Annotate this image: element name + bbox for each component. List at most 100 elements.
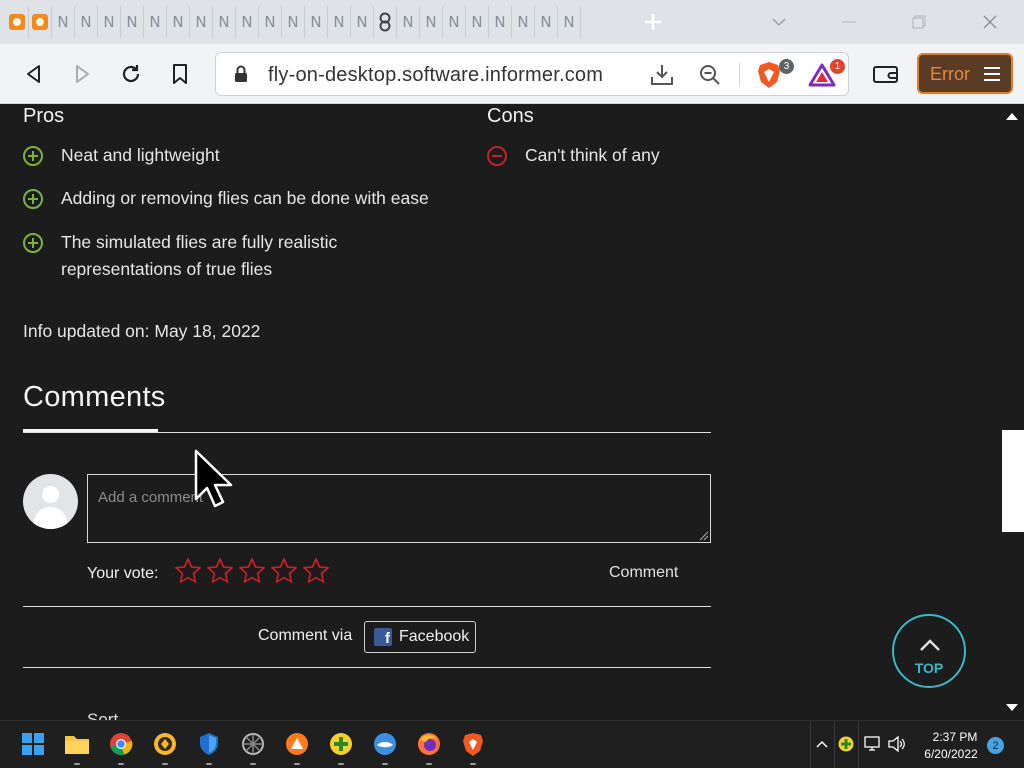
tray-plus-app-button[interactable] bbox=[835, 731, 857, 757]
tab[interactable]: N bbox=[351, 6, 374, 38]
chrome-icon bbox=[110, 733, 133, 755]
comment-input[interactable] bbox=[87, 474, 711, 543]
tab[interactable]: N bbox=[52, 6, 75, 38]
zoom-out-icon[interactable] bbox=[699, 64, 721, 86]
close-window-button[interactable] bbox=[975, 0, 1005, 44]
tab[interactable]: N bbox=[535, 6, 558, 38]
address-bar[interactable]: fly-on-desktop.software.informer.com 3 1 bbox=[215, 52, 849, 96]
tab[interactable] bbox=[29, 6, 52, 38]
tab[interactable] bbox=[374, 6, 397, 38]
tab[interactable]: N bbox=[167, 6, 190, 38]
n-favicon-icon: N bbox=[471, 13, 483, 31]
download-icon[interactable] bbox=[650, 64, 674, 86]
network-button[interactable] bbox=[862, 731, 884, 757]
clock-time[interactable]: 2:37 PM bbox=[930, 730, 980, 744]
n-favicon-icon: N bbox=[448, 13, 460, 31]
comment-submit-button[interactable]: Comment bbox=[609, 564, 678, 582]
bookmark-button[interactable] bbox=[164, 58, 196, 90]
informer-favicon-icon bbox=[32, 14, 48, 30]
n-favicon-icon: N bbox=[126, 13, 138, 31]
tab[interactable]: N bbox=[282, 6, 305, 38]
side-feedback-tab[interactable] bbox=[1002, 430, 1024, 532]
plus-icon bbox=[645, 14, 661, 30]
tab[interactable]: N bbox=[558, 6, 581, 38]
resize-grip-icon[interactable] bbox=[697, 529, 709, 541]
avast-secure-browser-button[interactable] bbox=[152, 731, 178, 757]
forward-arrow-icon bbox=[76, 65, 89, 83]
running-indicator bbox=[74, 763, 80, 765]
pro-plus-icon bbox=[23, 233, 43, 253]
tab[interactable]: N bbox=[466, 6, 489, 38]
brave-shields-icon[interactable] bbox=[757, 61, 781, 89]
start-button[interactable] bbox=[20, 731, 46, 757]
brave-button[interactable] bbox=[460, 731, 486, 757]
scroll-down-arrow-icon[interactable] bbox=[1004, 702, 1020, 714]
running-indicator bbox=[250, 763, 256, 765]
tab-search-button[interactable] bbox=[766, 0, 792, 44]
tab[interactable]: N bbox=[213, 6, 236, 38]
scroll-up-arrow-icon[interactable] bbox=[1004, 110, 1020, 122]
tab[interactable]: N bbox=[420, 6, 443, 38]
notification-count-badge[interactable]: 2 bbox=[987, 737, 1004, 754]
tag-app-icon bbox=[374, 733, 396, 755]
comments-divider bbox=[23, 432, 711, 433]
tab[interactable]: N bbox=[328, 6, 351, 38]
tab[interactable]: N bbox=[443, 6, 466, 38]
tab[interactable] bbox=[6, 6, 29, 38]
plus-app-button[interactable] bbox=[328, 731, 354, 757]
tab[interactable]: N bbox=[98, 6, 121, 38]
volume-button[interactable] bbox=[886, 731, 908, 757]
rating-star-1-icon[interactable] bbox=[174, 557, 202, 585]
tab[interactable]: N bbox=[259, 6, 282, 38]
tab[interactable]: N bbox=[144, 6, 167, 38]
tab[interactable]: N bbox=[236, 6, 259, 38]
green-plus-icon bbox=[330, 733, 352, 755]
game-app-icon bbox=[242, 733, 264, 755]
avast-browser-button[interactable] bbox=[284, 731, 310, 757]
running-indicator bbox=[426, 763, 432, 765]
tab[interactable]: N bbox=[190, 6, 213, 38]
speaker-icon bbox=[888, 736, 905, 752]
game-app-button[interactable] bbox=[240, 731, 266, 757]
show-hidden-icons-button[interactable] bbox=[812, 731, 832, 757]
restore-button[interactable] bbox=[904, 0, 934, 44]
windows-security-button[interactable] bbox=[196, 731, 222, 757]
tab[interactable]: N bbox=[121, 6, 144, 38]
tab[interactable]: N bbox=[489, 6, 512, 38]
running-indicator bbox=[162, 763, 168, 765]
tab[interactable]: N bbox=[305, 6, 328, 38]
tag-app-button[interactable] bbox=[372, 731, 398, 757]
rating-star-5-icon[interactable] bbox=[302, 557, 330, 585]
n-favicon-icon: N bbox=[264, 13, 276, 31]
pro-item: The simulated flies are fully realistic … bbox=[61, 232, 338, 279]
rating-star-3-icon[interactable] bbox=[238, 557, 266, 585]
avast-browser-icon bbox=[286, 733, 308, 755]
chain-favicon-icon bbox=[379, 12, 391, 32]
forward-button[interactable] bbox=[66, 58, 98, 90]
n-favicon-icon: N bbox=[80, 13, 92, 31]
new-tab-button[interactable] bbox=[638, 0, 668, 44]
back-arrow-icon bbox=[27, 65, 40, 83]
back-to-top-button[interactable]: TOP bbox=[892, 614, 966, 688]
tab[interactable]: N bbox=[75, 6, 98, 38]
file-explorer-button[interactable] bbox=[64, 731, 90, 757]
tab[interactable]: N bbox=[512, 6, 535, 38]
rating-star-4-icon[interactable] bbox=[270, 557, 298, 585]
facebook-login-button[interactable]: f Facebook bbox=[364, 621, 476, 653]
clock-date[interactable]: 6/20/2022 bbox=[919, 747, 983, 761]
reload-button[interactable] bbox=[115, 58, 147, 90]
wallet-button[interactable] bbox=[870, 58, 902, 90]
firefox-button[interactable] bbox=[416, 731, 442, 757]
n-favicon-icon: N bbox=[310, 13, 322, 31]
tab[interactable]: N bbox=[397, 6, 420, 38]
back-button[interactable] bbox=[18, 58, 50, 90]
informer-favicon-icon bbox=[9, 14, 25, 30]
bookmark-icon bbox=[173, 64, 187, 84]
url-text[interactable]: fly-on-desktop.software.informer.com bbox=[268, 64, 603, 87]
chrome-button[interactable] bbox=[108, 731, 134, 757]
rating-star-2-icon[interactable] bbox=[206, 557, 234, 585]
n-favicon-icon: N bbox=[402, 13, 414, 31]
error-menu-button[interactable]: Error bbox=[917, 53, 1013, 94]
lock-icon bbox=[235, 65, 247, 82]
minimize-button[interactable] bbox=[834, 0, 864, 44]
